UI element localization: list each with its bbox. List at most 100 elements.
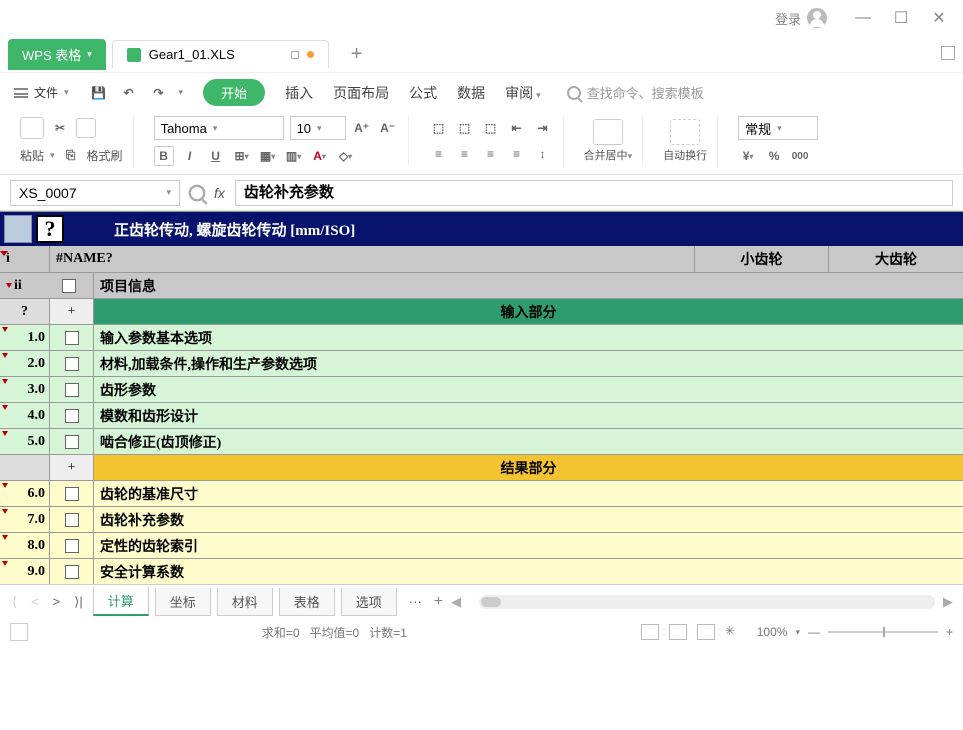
sheet-tab-material[interactable]: 材料	[217, 588, 273, 616]
view-normal-icon[interactable]	[641, 624, 659, 640]
zoom-cell-icon[interactable]	[189, 184, 206, 201]
align-middle-icon[interactable]: ⬚	[455, 118, 475, 138]
hscroll-right[interactable]: ▶	[941, 595, 955, 609]
result-section-header[interactable]: + 结果部分	[0, 454, 963, 480]
app-tab[interactable]: WPS 表格	[8, 39, 106, 70]
underline-button[interactable]: U	[206, 146, 226, 166]
align-top-icon[interactable]: ⬚	[429, 118, 449, 138]
horizontal-scrollbar[interactable]	[479, 595, 935, 609]
view-pagelayout-icon[interactable]	[697, 624, 715, 640]
zoom-slider[interactable]	[828, 631, 938, 633]
clear-format-button[interactable]: ◇▾	[336, 146, 356, 166]
add-sheet-button[interactable]: +	[434, 593, 443, 611]
decrease-indent-icon[interactable]: ⇤	[507, 118, 527, 138]
font-name-combo[interactable]: Tahoma▾	[154, 116, 284, 140]
increase-font-icon[interactable]: A⁺	[352, 118, 372, 138]
view-pagebreak-icon[interactable]	[669, 624, 687, 640]
checkbox[interactable]	[62, 279, 76, 293]
checkbox[interactable]	[65, 487, 79, 501]
cut-icon[interactable]: ✂	[50, 118, 70, 138]
view-reading-icon[interactable]: ✳	[725, 624, 743, 640]
tab-insert[interactable]: 插入	[285, 83, 313, 103]
align-right-icon[interactable]: ≡	[481, 144, 501, 164]
minimize-button[interactable]: —	[851, 6, 875, 30]
sheet-nav-prev[interactable]: <	[27, 594, 43, 609]
status-mode-icon[interactable]	[10, 623, 28, 641]
login-button[interactable]: 登录	[775, 8, 827, 28]
header-row-ii[interactable]: ii 项目信息	[0, 272, 963, 298]
expand-result-button[interactable]: +	[50, 455, 94, 480]
command-search[interactable]: 查找命令、搜索模板	[567, 83, 704, 102]
file-menu[interactable]: 文件 ▾	[14, 84, 69, 101]
name-box[interactable]: XS_0007 ▾	[10, 180, 180, 206]
qat-more-icon[interactable]: ▾	[179, 87, 184, 98]
worksheet-area[interactable]: ? 正齿轮传动, 螺旋齿轮传动 [mm/ISO] i #NAME? 小齿轮 大齿…	[0, 211, 963, 584]
header-row-i[interactable]: i #NAME? 小齿轮 大齿轮	[0, 246, 963, 272]
save-icon[interactable]: 💾	[89, 83, 109, 103]
sheet-nav-last[interactable]: ⟩|	[70, 594, 86, 610]
tab-page-layout[interactable]: 页面布局	[333, 83, 389, 103]
checkbox[interactable]	[65, 513, 79, 527]
checkbox[interactable]	[65, 357, 79, 371]
result-row-8[interactable]: 8.0 定性的齿轮索引	[0, 532, 963, 558]
input-row-1[interactable]: 1.0 输入参数基本选项	[0, 324, 963, 350]
auto-wrap-button[interactable]: 自动换行	[663, 119, 707, 163]
justify-icon[interactable]: ≡	[507, 144, 527, 164]
zoom-in-button[interactable]: +	[946, 625, 953, 639]
fx-icon[interactable]: fx	[214, 185, 225, 201]
paste-label[interactable]: 粘贴	[20, 147, 44, 164]
input-row-5[interactable]: 5.0 啮合修正(齿顶修正)	[0, 428, 963, 454]
calc-icon[interactable]	[4, 215, 32, 243]
copy-icon[interactable]: ⎘	[61, 145, 81, 165]
sheet-tab-options[interactable]: 选项	[341, 588, 397, 616]
align-center-icon[interactable]: ≡	[455, 144, 475, 164]
fill-color-button[interactable]: ▦▾	[258, 146, 278, 166]
bold-button[interactable]: B	[154, 146, 174, 166]
sheet-title-row[interactable]: ? 正齿轮传动, 螺旋齿轮传动 [mm/ISO]	[0, 212, 963, 246]
tab-review[interactable]: 审阅▾	[505, 83, 541, 103]
new-tab-button[interactable]: +	[351, 43, 363, 66]
checkbox[interactable]	[65, 435, 79, 449]
align-bottom-icon[interactable]: ⬚	[481, 118, 501, 138]
input-row-2[interactable]: 2.0 材料,加载条件,操作和生产参数选项	[0, 350, 963, 376]
format-painter-label[interactable]: 格式刷	[87, 147, 123, 164]
checkbox[interactable]	[65, 383, 79, 397]
undo-icon[interactable]: ↶	[119, 83, 139, 103]
more-sheets-icon[interactable]: ···	[403, 594, 428, 609]
thousands-icon[interactable]: 000	[790, 146, 810, 166]
checkbox[interactable]	[65, 565, 79, 579]
tab-formulas[interactable]: 公式	[409, 83, 437, 103]
formula-input[interactable]: 齿轮补充参数	[235, 180, 953, 206]
alt-fill-button[interactable]: ▥▾	[284, 146, 304, 166]
tab-home[interactable]: 开始	[203, 79, 265, 106]
checkbox[interactable]	[65, 331, 79, 345]
sheet-tab-table[interactable]: 表格	[279, 588, 335, 616]
paste-icon[interactable]	[20, 117, 44, 139]
borders-button[interactable]: ⊞▾	[232, 146, 252, 166]
font-size-combo[interactable]: 10▾	[290, 116, 346, 140]
number-format-combo[interactable]: 常规▾	[738, 116, 818, 140]
help-icon[interactable]: ?	[36, 215, 64, 243]
window-list-icon[interactable]	[941, 46, 955, 60]
result-row-9[interactable]: 9.0 安全计算系数	[0, 558, 963, 584]
italic-button[interactable]: I	[180, 146, 200, 166]
maximize-button[interactable]: ☐	[889, 6, 913, 30]
tab-window-icon[interactable]	[291, 51, 299, 59]
redo-icon[interactable]: ↷	[149, 83, 169, 103]
checkbox[interactable]	[65, 409, 79, 423]
percent-icon[interactable]: %	[764, 146, 784, 166]
zoom-value[interactable]: 100%	[757, 625, 788, 639]
sheet-nav-first[interactable]: ⟨	[8, 594, 21, 610]
orientation-icon[interactable]: ↕	[533, 144, 553, 164]
result-row-7[interactable]: 7.0 齿轮补充参数	[0, 506, 963, 532]
font-color-button[interactable]: A▾	[310, 146, 330, 166]
align-left-icon[interactable]: ≡	[429, 144, 449, 164]
format-painter-icon[interactable]	[76, 118, 96, 138]
sheet-nav-next[interactable]: >	[49, 594, 65, 609]
result-row-6[interactable]: 6.0 齿轮的基准尺寸	[0, 480, 963, 506]
tab-data[interactable]: 数据	[457, 83, 485, 103]
close-button[interactable]: ✕	[927, 6, 951, 30]
hscroll-left[interactable]: ◀	[449, 595, 463, 609]
sheet-tab-coord[interactable]: 坐标	[155, 588, 211, 616]
zoom-out-button[interactable]: —	[808, 625, 820, 639]
